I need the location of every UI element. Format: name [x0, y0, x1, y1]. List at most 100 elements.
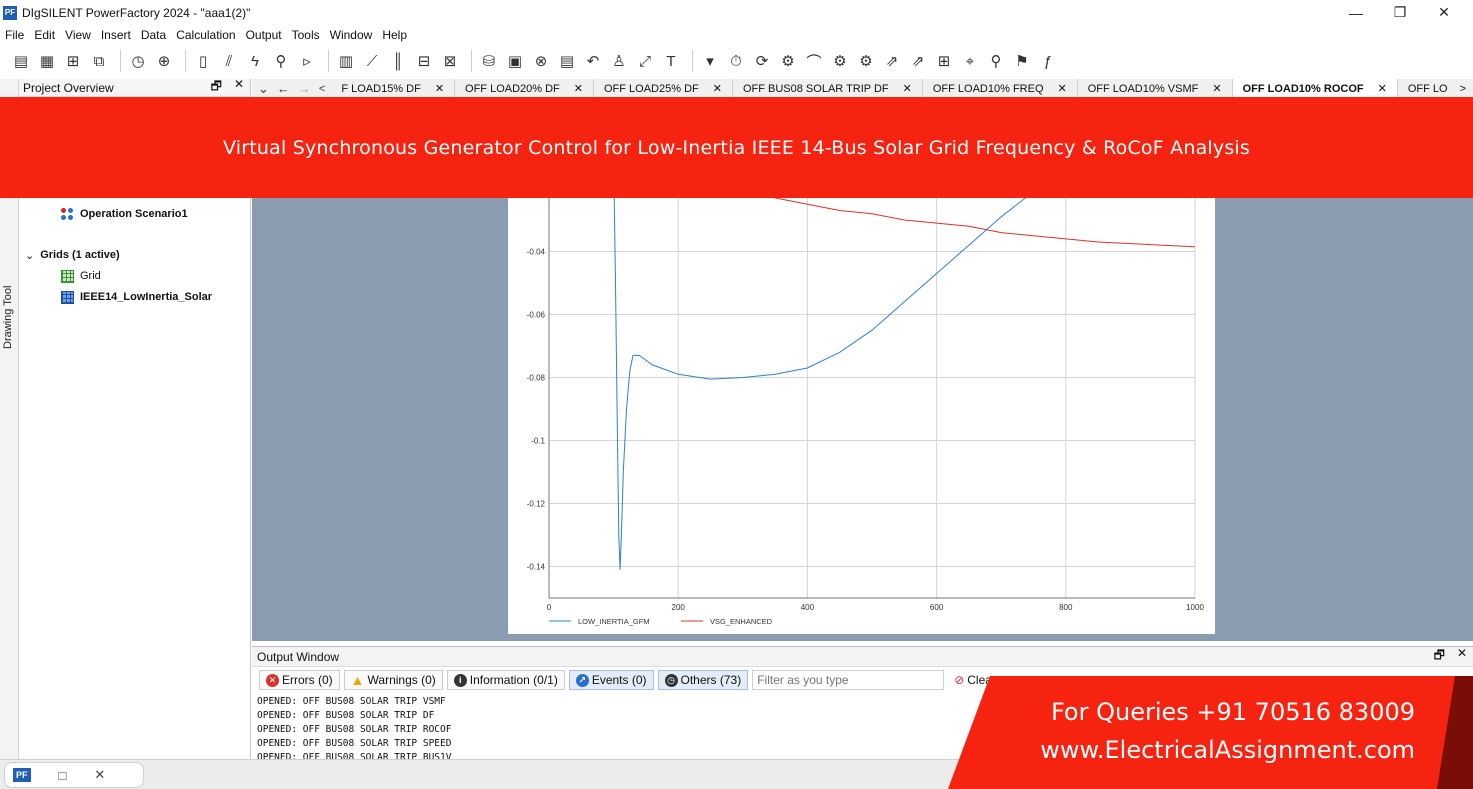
menu-tools[interactable]: Tools	[287, 28, 325, 42]
user-icon[interactable]: ♙	[608, 50, 630, 72]
text-icon[interactable]: T	[660, 50, 682, 72]
tree-item-grids[interactable]: ⌄ Grids (1 active)	[25, 246, 120, 264]
tree-item-ieee14[interactable]: IEEE14_LowInertia_Solar	[61, 288, 212, 306]
information-filter-button[interactable]: i Information (0/1)	[446, 670, 565, 690]
sim4-icon[interactable]: ⌒	[803, 50, 825, 72]
close-icon[interactable]: ✕	[234, 77, 244, 98]
sim6-icon[interactable]: ⚙	[855, 50, 877, 72]
banner-text: Virtual Synchronous Generator Control fo…	[222, 136, 1251, 159]
tab-load10-freq[interactable]: OFF LOAD10% FREQ ✕	[923, 78, 1078, 99]
close-icon[interactable]: ✕	[1058, 82, 1067, 95]
lightning-icon[interactable]: ϟ	[244, 50, 266, 72]
report-icon[interactable]: ▥	[335, 50, 357, 72]
project-overview-header: Project Overview 🗗 ✕	[19, 77, 250, 98]
errors-filter-button[interactable]: ✕ Errors (0)	[259, 670, 340, 690]
tab-label: OFF LOAD10% FREQ	[932, 82, 1044, 95]
database-icon[interactable]: ⛁	[478, 50, 500, 72]
tab-bar: ⌄ ← → < F LOAD15% DF ✕ OFF LOAD20% DF ✕ OF…	[252, 78, 1473, 99]
taskbar-app-thumb[interactable]: PF □ ✕	[4, 762, 144, 788]
menu-output[interactable]: Output	[241, 28, 287, 42]
pin-icon[interactable]: 🗗	[211, 77, 222, 98]
menu-window[interactable]: Window	[325, 28, 378, 42]
close-icon[interactable]: ✕	[903, 82, 912, 95]
warnings-filter-button[interactable]: ▲ Warnings (0)	[343, 670, 443, 690]
others-filter-button[interactable]: ◷ Others (73)	[657, 670, 749, 690]
close-icon[interactable]: ✕	[1378, 82, 1387, 95]
toolbar: ▤ ▦ ⊞ ⧉ ◷ ⊕ ▯ ⫽ ϟ ⚲ ▹ ▥ ⟋ ║ ⊟ ⊠ ⛁ ▣ ⊗ ▤ …	[0, 45, 1473, 77]
output-window-title: Output Window	[257, 649, 340, 664]
tab-load-truncated[interactable]: OFF LO	[1398, 79, 1458, 99]
network-icon[interactable]: ⊞	[62, 50, 84, 72]
calculator-icon[interactable]: ▤	[556, 50, 578, 72]
fit-icon[interactable]: ⤢	[634, 50, 656, 72]
table-icon[interactable]: ▦	[36, 50, 58, 72]
dropdown-icon[interactable]: ▾	[699, 50, 721, 72]
forward-arrow-icon[interactable]: →	[298, 81, 311, 96]
flag-icon[interactable]: ⚑	[1011, 50, 1033, 72]
zoom-icon[interactable]: ⚲	[985, 50, 1007, 72]
tree-item-grid[interactable]: Grid	[61, 267, 101, 285]
close-icon[interactable]: ✕	[435, 82, 444, 95]
tab-bus08-solar-trip-df[interactable]: OFF BUS08 SOLAR TRIP DF ✕	[733, 78, 923, 99]
events-filter-button[interactable]: ↗ Events (0)	[568, 670, 654, 690]
tab-load15-df[interactable]: F LOAD15% DF ✕	[331, 78, 456, 99]
export1-icon[interactable]: ⇗	[881, 50, 903, 72]
terminal-icon[interactable]: ▹	[296, 50, 318, 72]
tab-load10-rocof[interactable]: OFF LOAD10% ROCOF ✕	[1232, 78, 1398, 99]
minimize-button[interactable]: —	[1333, 0, 1379, 25]
filter-label: Others (73)	[680, 673, 742, 687]
restore-icon[interactable]: □	[59, 768, 67, 783]
layout-icon[interactable]: ⧉	[88, 50, 110, 72]
grid-icon	[61, 269, 74, 283]
doc-icon[interactable]: ▯	[192, 50, 214, 72]
chevron-down-icon[interactable]: ⌄	[25, 249, 34, 262]
plot-icon[interactable]: ⟋	[361, 50, 383, 72]
add-icon[interactable]: ⊞	[933, 50, 955, 72]
sim3-icon[interactable]: ⚙	[777, 50, 799, 72]
pin-icon[interactable]: 🗗	[1434, 646, 1445, 667]
menu-help[interactable]: Help	[377, 28, 412, 42]
close-icon[interactable]: ✕	[1212, 82, 1221, 95]
tab-label: OFF BUS08 SOLAR TRIP DF	[742, 82, 889, 95]
maximize-button[interactable]: ❐	[1377, 0, 1423, 25]
zoom-add-icon[interactable]: ⌖	[959, 50, 981, 72]
menu-edit[interactable]: Edit	[29, 28, 60, 42]
tab-load10-vsmf[interactable]: OFF LOAD10% VSMF ✕	[1078, 78, 1233, 99]
menu-data[interactable]: Data	[136, 28, 171, 42]
tree-item-operation-scenario[interactable]: Operation Scenario1	[61, 205, 188, 223]
scroll-right-icon[interactable]: >	[1460, 83, 1466, 95]
sim2-icon[interactable]: ⟳	[751, 50, 773, 72]
project-overview-title: Project Overview	[23, 80, 114, 95]
cancel-icon[interactable]: ⊗	[530, 50, 552, 72]
switch-icon[interactable]: ⫽	[218, 50, 240, 72]
balloon-icon[interactable]: ⚲	[270, 50, 292, 72]
compare-icon[interactable]: ⊟	[413, 50, 435, 72]
menu-view[interactable]: View	[60, 28, 96, 42]
sim5-icon[interactable]: ⚙	[829, 50, 851, 72]
tab-load20-df[interactable]: OFF LOAD20% DF ✕	[455, 78, 594, 99]
properties-icon[interactable]: ▤	[10, 50, 32, 72]
back-arrow-icon[interactable]: ←	[277, 81, 290, 96]
save-data-icon[interactable]: ▣	[504, 50, 526, 72]
clock-icon[interactable]: ◷	[127, 50, 149, 72]
close-icon[interactable]: ✕	[1457, 646, 1467, 667]
close-icon[interactable]: ✕	[94, 767, 105, 783]
menu-calculation[interactable]: Calculation	[171, 28, 240, 42]
close-icon[interactable]: ✕	[713, 82, 722, 95]
close-icon[interactable]: ✕	[574, 82, 583, 95]
close-button[interactable]: ✕	[1421, 0, 1467, 25]
chevron-down-icon[interactable]: ⌄	[258, 81, 269, 97]
sim1-icon[interactable]: ⏱	[725, 50, 747, 72]
tab-label: OFF LOAD20% DF	[465, 82, 560, 95]
target-icon[interactable]: ⊕	[153, 50, 175, 72]
scroll-left-icon[interactable]: <	[319, 83, 325, 95]
export2-icon[interactable]: ⇗	[907, 50, 929, 72]
undo-icon[interactable]: ↶	[582, 50, 604, 72]
check-icon[interactable]: ⊠	[439, 50, 461, 72]
tab-load25-df[interactable]: OFF LOAD25% DF ✕	[594, 78, 733, 99]
columns-icon[interactable]: ║	[387, 50, 409, 72]
formula-icon[interactable]: ƒ	[1037, 50, 1059, 72]
menu-file[interactable]: File	[0, 28, 29, 42]
menu-insert[interactable]: Insert	[96, 28, 136, 42]
filter-input[interactable]	[752, 670, 945, 690]
